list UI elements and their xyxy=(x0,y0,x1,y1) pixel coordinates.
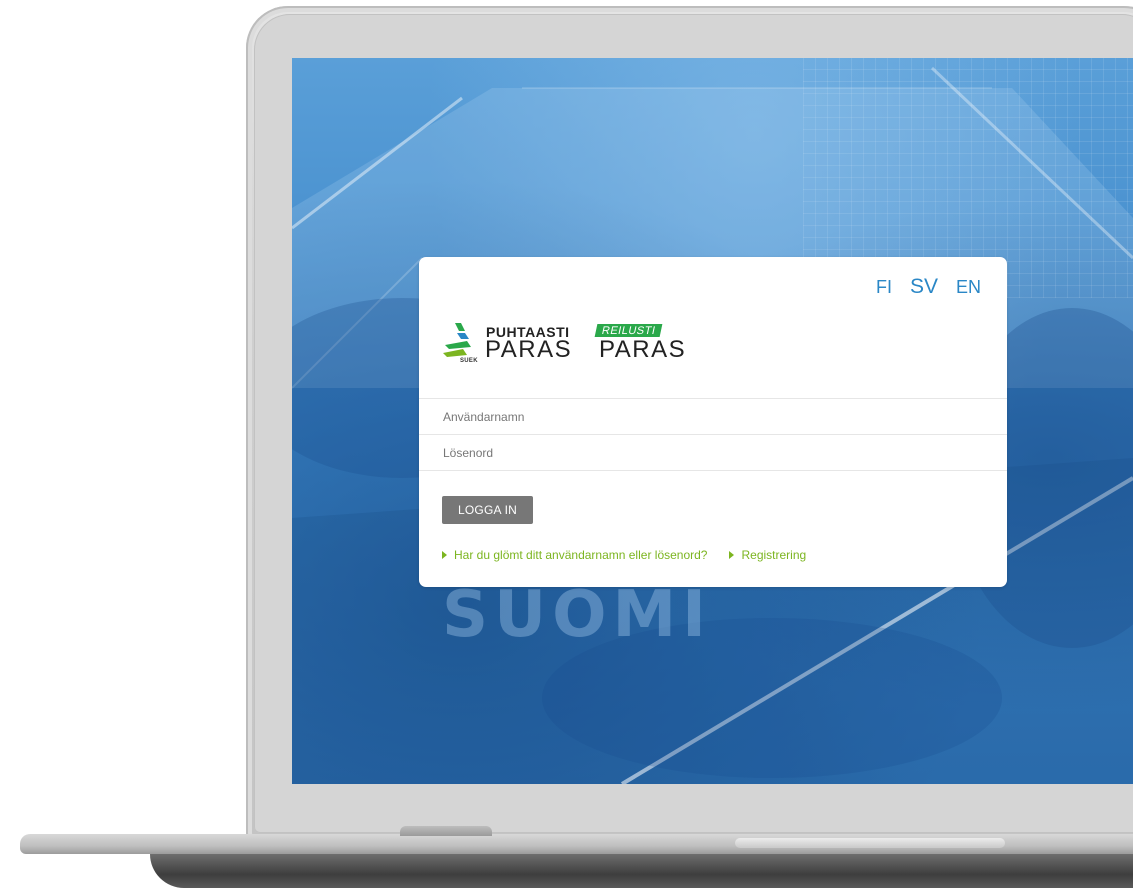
language-en[interactable]: EN xyxy=(956,277,981,298)
background-shirt-lettering: SUOMI xyxy=(442,578,712,652)
language-switcher: FI SV EN xyxy=(876,275,981,299)
laptop-underside xyxy=(150,854,1133,888)
laptop-notch xyxy=(400,826,492,836)
forgot-credentials-label: Har du glömt ditt användarnamn eller lös… xyxy=(454,548,708,562)
paras-wordmark: PARAS xyxy=(485,336,573,363)
suek-label: SUEK xyxy=(460,358,478,364)
username-input[interactable] xyxy=(441,399,985,435)
password-row xyxy=(419,434,1007,471)
laptop-base xyxy=(0,826,1133,889)
login-card: FI SV EN SUEK PUHTAASTI PARAS REILUSTI P… xyxy=(419,257,1007,587)
password-input[interactable] xyxy=(441,435,985,471)
forgot-credentials-link[interactable]: Har du glömt ditt användarnamn eller lös… xyxy=(442,548,707,562)
username-row xyxy=(419,398,1007,435)
login-button[interactable]: LOGGA IN xyxy=(442,496,533,524)
puhtaasti-paras-logo: SUEK PUHTAASTI PARAS REILUSTI PARAS xyxy=(441,319,685,367)
caret-right-icon xyxy=(442,551,447,559)
language-sv[interactable]: SV xyxy=(910,275,938,299)
auth-links: Har du glömt ditt användarnamn eller lös… xyxy=(442,548,806,562)
language-fi[interactable]: FI xyxy=(876,277,892,298)
register-link[interactable]: Registrering xyxy=(729,548,806,562)
paras-wordmark-2: PARAS xyxy=(599,336,687,363)
laptop-hinge xyxy=(735,838,1005,848)
register-label: Registrering xyxy=(741,548,807,562)
caret-right-icon xyxy=(729,551,735,559)
